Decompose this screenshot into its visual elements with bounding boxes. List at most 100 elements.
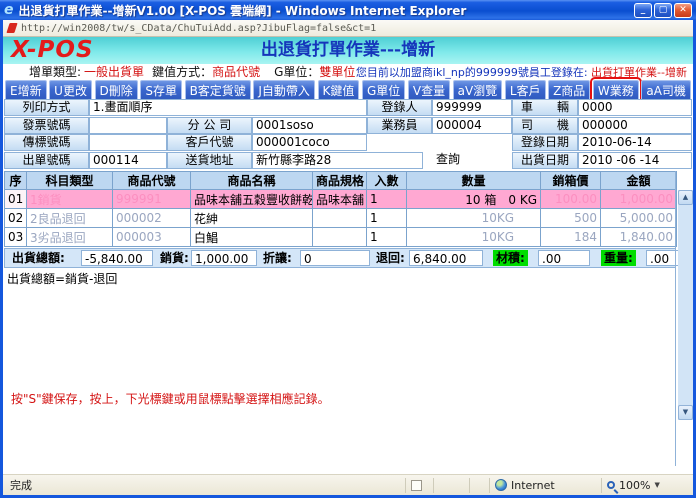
toolbar-button-11[interactable]: Z商品: [548, 80, 590, 101]
row-no: 01: [5, 190, 27, 209]
zoom-pane[interactable]: 100% ▼: [601, 478, 693, 493]
zone-text: Internet: [511, 479, 555, 492]
scroll-up-icon[interactable]: ▲: [678, 190, 693, 205]
weight-badge: 重量:: [601, 250, 636, 266]
login-note-user: 您目前以加盟商ikl_np的999999號員工登錄在:: [356, 66, 588, 79]
key-mode-label: 鍵值方式：: [152, 63, 212, 80]
toolbar-button-10[interactable]: L客戶: [505, 80, 546, 101]
registrant-field[interactable]: 999999: [432, 99, 512, 116]
invoice-label: 發票號碼: [4, 117, 89, 134]
toolbar-button-4[interactable]: B客定貨號: [185, 80, 251, 101]
query-button[interactable]: 查詢: [428, 152, 468, 169]
driver-field[interactable]: 000000: [578, 117, 692, 134]
table-edge-line: [675, 171, 676, 466]
volume-value: .00: [538, 250, 590, 266]
toolbar-button-12[interactable]: W業務: [593, 80, 639, 101]
col-header-price: 銷箱價: [541, 172, 601, 190]
item-spec: 品味本舖: [313, 190, 367, 209]
col-header-name: 商品名稱: [191, 172, 313, 190]
ship-date-label: 出貨日期: [512, 152, 578, 169]
item-type: 2良品退回: [27, 209, 113, 228]
item-qty: 10 箱 0 KG: [407, 190, 541, 209]
internet-globe-icon: [495, 479, 507, 491]
toolbar-button-7[interactable]: G單位: [362, 80, 405, 101]
volume-badge: 材積:: [493, 250, 528, 266]
item-qty: 10KG: [407, 228, 541, 247]
address-label: 送貨地址: [167, 152, 252, 169]
toolbar-button-0[interactable]: E增新: [5, 80, 47, 101]
minimize-button[interactable]: _: [634, 3, 652, 18]
scroll-down-icon[interactable]: ▼: [678, 405, 693, 420]
return-value: 6,840.00: [409, 250, 483, 266]
login-note-screen: 出貨打單作業--增新: [591, 66, 687, 79]
unit-mode-value: 雙單位: [319, 63, 355, 80]
total-value: -5,840.00: [81, 250, 153, 266]
discount-label: 折讓:: [263, 250, 292, 266]
page-title: 出退貨打單作業---增新: [3, 37, 693, 64]
label-no-field[interactable]: [89, 134, 167, 151]
registrant-label: 登錄人: [367, 99, 432, 116]
toolbar-button-3[interactable]: S存單: [140, 80, 182, 101]
item-code: 999991: [113, 190, 191, 209]
sales-value: 1,000.00: [191, 250, 257, 266]
ship-date-field[interactable]: 2010 -06 -14: [578, 152, 692, 169]
invoice-field[interactable]: [89, 117, 167, 134]
branch-label: 分 公 司: [167, 117, 252, 134]
page-icon: [6, 23, 17, 33]
branch-field[interactable]: 0001soso: [252, 117, 367, 134]
item-name: 品味本舖五穀豐收餅乾: [191, 190, 313, 209]
address-bar[interactable]: http://win2008/tw/s_CData/ChuTuiAdd.asp?…: [3, 20, 693, 37]
toolbar-button-6[interactable]: K鍵值: [318, 80, 360, 101]
toolbar-button-5[interactable]: J自動帶入: [253, 80, 315, 101]
status-zone-pane: Internet: [489, 478, 601, 493]
status-pane-empty2: [469, 478, 489, 493]
toolbar-button-9[interactable]: aV瀏覽: [453, 80, 503, 101]
item-name: 花紳: [191, 209, 313, 228]
order-no-label: 出單號碼: [4, 152, 89, 169]
status-text: 完成: [3, 477, 405, 493]
col-header-code: 商品代號: [113, 172, 191, 190]
col-header-units: 入數: [367, 172, 407, 190]
item-amount: 1,000.00: [601, 190, 677, 209]
col-header-type: 科目類型: [27, 172, 113, 190]
salesman-label: 業務員: [367, 117, 432, 134]
print-mode-field[interactable]: 1.畫面順序: [89, 99, 367, 116]
order-no-field[interactable]: 000114: [89, 152, 167, 169]
vertical-scrollbar[interactable]: ▲ ▼: [678, 190, 693, 420]
customer-field[interactable]: 000001coco: [252, 134, 367, 151]
col-header-qty: 數量: [407, 172, 541, 190]
vehicle-field[interactable]: 0000: [578, 99, 692, 116]
reg-date-field[interactable]: 2010-06-14: [578, 134, 692, 151]
info-bar: 增單類型: 一般出貨單 鍵值方式： 商品代號 G單位： 雙單位 您目前以加盟商i…: [3, 64, 693, 79]
app-banner: X-POS 出退貨打單作業---增新: [3, 37, 693, 64]
magnifier-icon: [607, 481, 615, 489]
table-row-1[interactable]: 02 2良品退回 000002 花紳 1 10KG 500 5,000.00: [5, 209, 677, 228]
item-amount: 1,840.00: [601, 228, 677, 247]
order-type-label: 增單類型:: [29, 63, 81, 80]
items-table: 序 科目類型 商品代號 商品名稱 商品規格 入數 數量 銷箱價 金額 01 1銷…: [4, 171, 677, 247]
col-header-seq: 序: [5, 172, 27, 190]
salesman-field[interactable]: 000004: [432, 117, 512, 134]
toolbar-button-8[interactable]: V查量: [408, 80, 450, 101]
page-content: X-POS 出退貨打單作業---增新 增單類型: 一般出貨單 鍵值方式： 商品代…: [3, 37, 693, 474]
item-spec: [313, 209, 367, 228]
item-spec: [313, 228, 367, 247]
print-mode-label: 列印方式: [4, 99, 89, 116]
table-header-row: 序 科目類型 商品代號 商品名稱 商品規格 入數 數量 銷箱價 金額: [5, 172, 677, 190]
toolbar-button-13[interactable]: aA司機: [641, 80, 691, 101]
order-type-value: 一般出貨單: [84, 63, 144, 80]
table-row-2[interactable]: 03 3劣品退回 000003 白鯧 1 10KG 184 1,840.00: [5, 228, 677, 247]
zoom-dropdown-icon[interactable]: ▼: [654, 481, 659, 489]
toolbar-button-2[interactable]: D刪除: [95, 80, 138, 101]
title-bar: e 出退貨打單作業--增新V1.00 [X-POS 雲端網] - Windows…: [0, 0, 696, 20]
status-pane-empty1: [433, 478, 469, 493]
toolbar: E增新 U更改 D刪除 S存單 B客定貨號 J自動帶入 K鍵值 G單位 V查量 …: [3, 80, 693, 100]
browser-window: e 出退貨打單作業--增新V1.00 [X-POS 雲端網] - Windows…: [0, 0, 696, 498]
maximize-button[interactable]: ▢: [654, 3, 672, 18]
customer-label: 客戶代號: [167, 134, 252, 151]
address-field[interactable]: 新竹縣李路28: [252, 152, 423, 169]
close-button[interactable]: ✕: [674, 3, 692, 18]
table-row-0[interactable]: 01 1銷貨 999991 品味本舖五穀豐收餅乾 品味本舖 1 10 箱 0 K…: [5, 190, 677, 209]
toolbar-button-1[interactable]: U更改: [49, 80, 92, 101]
total-label: 出貨總額:: [12, 250, 65, 266]
